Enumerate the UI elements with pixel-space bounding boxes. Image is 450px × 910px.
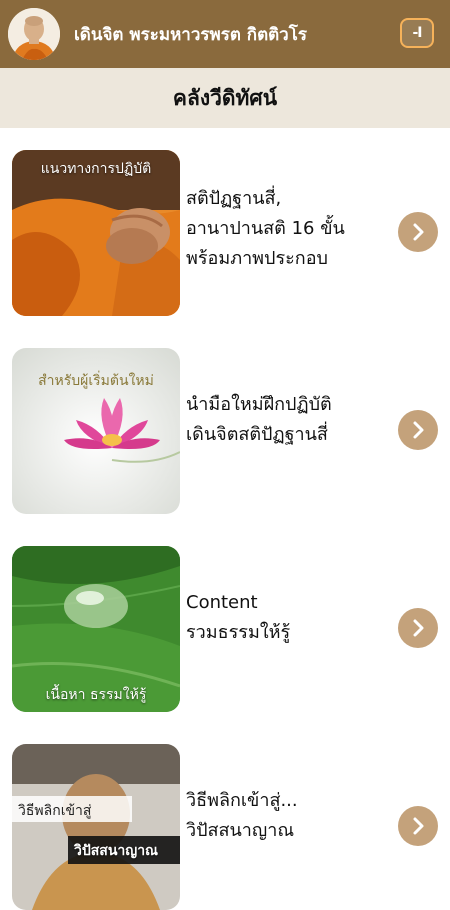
item-line: Content (186, 592, 258, 613)
thumbnail-lotus: สำหรับผู้เริ่มต้นใหม่ (12, 348, 180, 514)
item-line: พร้อมภาพประกอบ (186, 248, 328, 269)
menu-icon: -I (412, 25, 422, 41)
app-bar: เดินจิต พระมหาวรพรต กิตติวโร -I (0, 0, 450, 68)
item-line: เดินจิตสติปัฏฐานสี่ (186, 424, 328, 445)
item-line: วิปัสสนาญาณ (186, 820, 295, 841)
monk-avatar (8, 8, 60, 60)
thumbnail-caption: วิปัสสนาญาณ (74, 843, 159, 859)
item-title: Content รวมธรรมให้รู้ (186, 588, 386, 648)
section-header: คลังวีดิทัศน์ (0, 68, 450, 128)
thumbnail-caption: สำหรับผู้เริ่มต้นใหม่ (38, 373, 154, 389)
thumbnail-water-drop-leaf: เนื้อหา ธรรมให้รู้ (12, 546, 180, 712)
list-item[interactable]: แนวทางการปฏิบัติ สติปัฏฐานสี่, อานาปานสต… (0, 140, 450, 316)
item-line: อานาปานสติ 16 ขั้น (186, 218, 345, 239)
list-item[interactable]: วิธีพลิกเข้าสู่ วิปัสสนาญาณ วิธีพลิกเข้า… (0, 734, 450, 910)
menu-button[interactable]: -I (400, 18, 434, 48)
thumbnail-meditation-hands: แนวทางการปฏิบัติ (12, 150, 180, 316)
item-line: วิธีพลิกเข้าสู่... (186, 790, 298, 811)
chevron-right-icon[interactable] (398, 806, 438, 846)
app-title: เดินจิต พระมหาวรพรต กิตติวโร (74, 24, 307, 45)
item-title: สติปัฏฐานสี่, อานาปานสติ 16 ขั้น พร้อมภา… (186, 184, 386, 274)
item-line: รวมธรรมให้รู้ (186, 622, 291, 643)
thumbnail-wisdom: วิธีพลิกเข้าสู่ วิปัสสนาญาณ (12, 744, 180, 910)
list-item[interactable]: เนื้อหา ธรรมให้รู้ Content รวมธรรมให้รู้ (0, 536, 450, 712)
item-title: วิธีพลิกเข้าสู่... วิปัสสนาญาณ (186, 786, 386, 846)
thumbnail-caption: วิธีพลิกเข้าสู่ (18, 803, 92, 819)
item-line: สติปัฏฐานสี่, (186, 188, 282, 209)
list-item[interactable]: สำหรับผู้เริ่มต้นใหม่ นำมือใหม่ฝึกปฏิบัต… (0, 338, 450, 514)
item-title: นำมือใหม่ฝึกปฏิบัติ เดินจิตสติปัฏฐานสี่ (186, 390, 386, 450)
chevron-right-icon[interactable] (398, 212, 438, 252)
chevron-right-icon[interactable] (398, 608, 438, 648)
item-line: นำมือใหม่ฝึกปฏิบัติ (186, 394, 332, 415)
chevron-right-icon[interactable] (398, 410, 438, 450)
thumbnail-caption: เนื้อหา ธรรมให้รู้ (45, 687, 147, 703)
section-title: คลังวีดิทัศน์ (172, 85, 278, 110)
thumbnail-caption: แนวทางการปฏิบัติ (40, 161, 152, 177)
